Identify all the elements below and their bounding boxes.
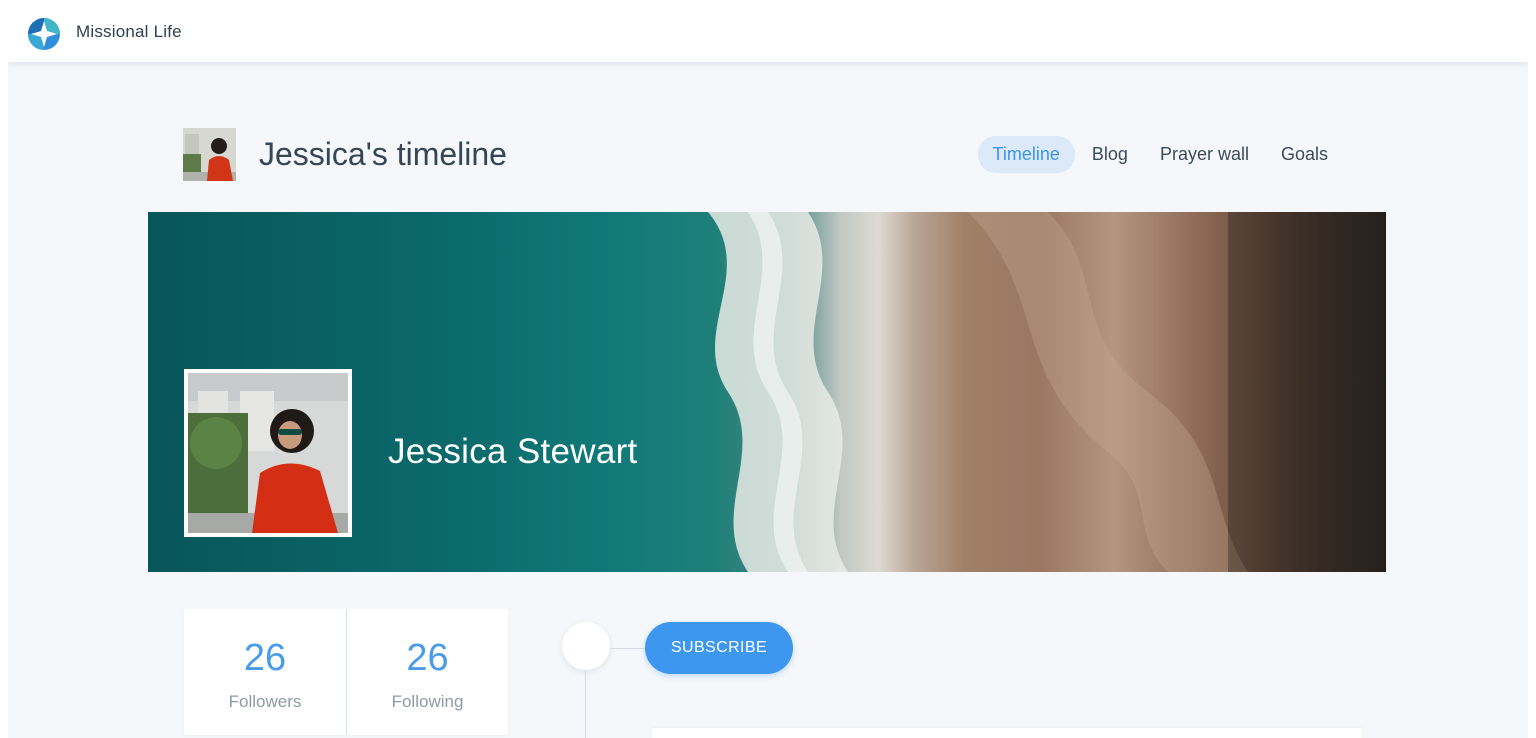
- app-frame: Missional Life Jessica's timeline Timeli…: [8, 0, 1528, 738]
- tab-timeline[interactable]: Timeline: [977, 135, 1075, 173]
- timeline-line: [585, 670, 586, 738]
- profile-name: Jessica Stewart: [388, 432, 638, 471]
- profile-header: Jessica's timeline Timeline Blog Prayer …: [183, 128, 1343, 182]
- top-navbar: Missional Life: [8, 0, 1528, 62]
- timeline-node: [562, 622, 610, 670]
- following-count: 26: [406, 637, 449, 679]
- followers-count: 26: [243, 637, 287, 679]
- following-label: Following: [391, 692, 464, 711]
- subscribe-button[interactable]: SUBSCRIBE: [645, 622, 793, 674]
- follow-stats: 26 Followers 26 Following: [184, 609, 508, 735]
- avatar[interactable]: [183, 128, 236, 181]
- brand-name[interactable]: Missional Life: [76, 22, 182, 42]
- tab-blog[interactable]: Blog: [1077, 136, 1143, 173]
- timeline-post-card: [652, 728, 1362, 738]
- followers-stat[interactable]: 26 Followers: [184, 609, 346, 735]
- followers-label: Followers: [228, 692, 302, 711]
- following-stat[interactable]: 26 Following: [346, 609, 508, 735]
- tab-prayer-wall[interactable]: Prayer wall: [1145, 136, 1264, 173]
- compass-star-icon[interactable]: [27, 17, 61, 51]
- profile-photo[interactable]: [184, 369, 352, 537]
- profile-tabs: Timeline Blog Prayer wall Goals: [976, 135, 1343, 173]
- tab-goals[interactable]: Goals: [1266, 136, 1343, 173]
- cover-banner: Jessica Stewart: [148, 212, 1386, 572]
- timeline-connector: [610, 648, 646, 649]
- page-title: Jessica's timeline: [259, 136, 507, 172]
